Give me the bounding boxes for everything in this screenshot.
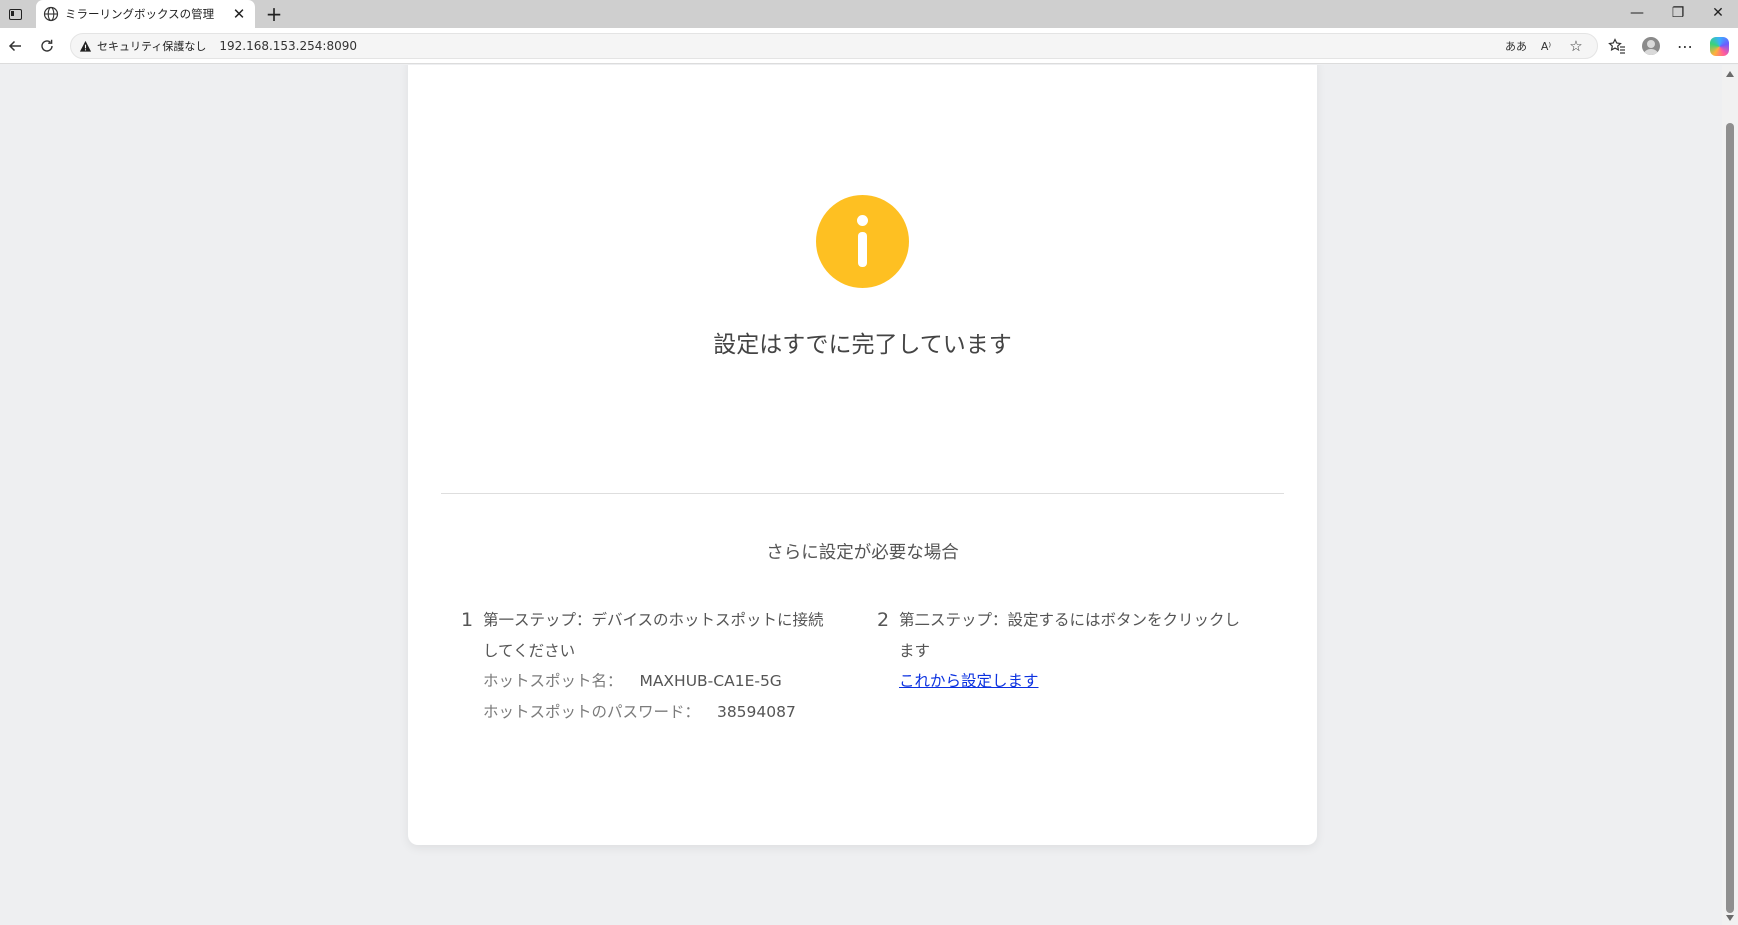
browser-toolbar: セキュリティ保護なし 192.168.153.254:8090 ああ A⁾ ☆ … <box>0 28 1738 64</box>
new-tab-button[interactable]: + <box>262 2 286 26</box>
back-button[interactable] <box>2 34 28 58</box>
address-bar[interactable]: セキュリティ保護なし 192.168.153.254:8090 ああ A⁾ ☆ <box>70 33 1598 59</box>
tab-title: ミラーリングボックスの管理 <box>65 7 215 21</box>
hotspot-password-value: 38594087 <box>716 702 796 721</box>
sidebar-icon <box>8 8 22 20</box>
step-2: 2 第二ステップ：設定するにはボタンをクリックし ます これから設定します <box>877 605 1240 697</box>
info-icon <box>816 195 909 288</box>
sidebar-toggle-button[interactable] <box>0 0 30 28</box>
restore-button[interactable]: ❐ <box>1658 0 1698 26</box>
arrow-left-icon <box>8 40 21 52</box>
section-title: さらに設定が必要な場合 <box>766 543 959 563</box>
page-viewport: 設定はすでに完了しています さらに設定が必要な場合 1 第一ステップ：デバイスの… <box>0 65 1722 925</box>
scroll-down-icon[interactable] <box>1726 915 1734 921</box>
translate-icon[interactable]: ああ <box>1505 36 1527 56</box>
step-1-instruction-line1: 第一ステップ：デバイスのホットスポットに接続 <box>483 611 824 629</box>
browser-tab[interactable]: ミラーリングボックスの管理 ✕ <box>36 0 255 28</box>
tab-strip: ミラーリングボックスの管理 ✕ + — ❐ ✕ <box>0 0 1738 28</box>
hotspot-name-label: ホットスポット名： <box>483 672 623 690</box>
reload-icon <box>41 39 53 52</box>
copilot-icon <box>1709 36 1729 56</box>
start-setup-link[interactable]: これから設定します <box>899 672 1039 690</box>
divider <box>441 493 1284 494</box>
more-menu-icon[interactable]: ⋯ <box>1672 34 1698 58</box>
warning-icon <box>79 40 92 52</box>
profile-button[interactable] <box>1638 34 1664 58</box>
tab-close-icon[interactable]: ✕ <box>231 6 247 22</box>
minimize-button[interactable]: — <box>1617 0 1657 26</box>
hotspot-password-label: ホットスポットのパスワード： <box>483 702 701 721</box>
close-window-button[interactable]: ✕ <box>1698 0 1738 26</box>
step-2-instruction-line1: 第二ステップ：設定するにはボタンをクリックし <box>899 611 1241 629</box>
scroll-thumb[interactable] <box>1726 123 1734 913</box>
security-label[interactable]: セキュリティ保護なし <box>97 38 206 54</box>
read-aloud-icon[interactable]: A⁾ <box>1535 36 1557 56</box>
step-2-instruction-line2: ます <box>899 641 931 660</box>
hotspot-name-value: MAXHUB-CA1E-5G <box>639 672 782 690</box>
vertical-scrollbar[interactable] <box>1722 65 1738 925</box>
avatar <box>1642 37 1660 55</box>
favorites-button[interactable] <box>1604 34 1630 58</box>
status-title: 設定はすでに完了しています <box>713 332 1012 358</box>
step-1-instruction-line2: してください <box>483 641 576 660</box>
url-text[interactable]: 192.168.153.254:8090 <box>219 39 357 53</box>
reload-button[interactable] <box>34 34 60 58</box>
copilot-button[interactable] <box>1706 34 1732 58</box>
status-card: 設定はすでに完了しています さらに設定が必要な場合 1 第一ステップ：デバイスの… <box>408 65 1317 845</box>
favorites-list-icon <box>1608 38 1625 54</box>
step-1: 1 第一ステップ：デバイスのホットスポットに接続 してください ホットスポット名… <box>461 605 824 727</box>
scroll-up-icon[interactable] <box>1726 71 1734 77</box>
step-number: 2 <box>877 609 890 631</box>
globe-icon <box>43 6 59 22</box>
step-number: 1 <box>461 609 474 631</box>
favorite-star-icon[interactable]: ☆ <box>1565 36 1587 56</box>
